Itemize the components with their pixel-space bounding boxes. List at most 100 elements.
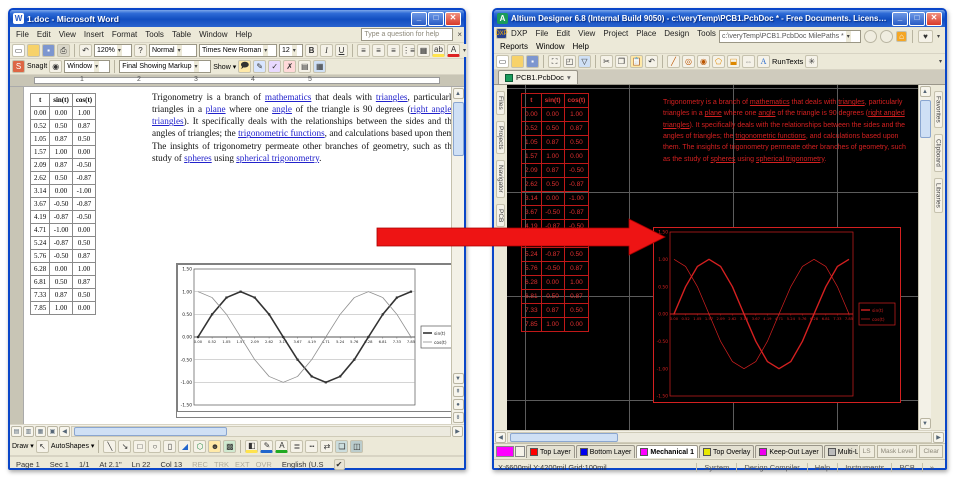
menu-item-view[interactable]: View bbox=[574, 29, 599, 38]
open-icon[interactable] bbox=[511, 55, 524, 68]
markup-display-combo[interactable]: Final Showing Markup ▾ bbox=[119, 60, 211, 73]
panel-tab-projects[interactable]: Projects bbox=[496, 121, 505, 154]
favorites-icon[interactable]: ♥ bbox=[918, 30, 933, 43]
ask-question-box[interactable]: Type a question for help bbox=[361, 28, 453, 41]
autoshapes-menu-button[interactable]: AutoShapes ▾ bbox=[51, 442, 95, 450]
vertical-ruler[interactable] bbox=[10, 87, 24, 424]
diagram-icon[interactable]: ⬡ bbox=[193, 440, 206, 453]
help-icon[interactable]: ? bbox=[134, 44, 147, 57]
menu-item-tools[interactable]: Tools bbox=[693, 29, 720, 38]
open-icon[interactable] bbox=[27, 44, 40, 57]
menu-item-window[interactable]: Window bbox=[195, 30, 231, 39]
status-menu-help[interactable]: Help bbox=[807, 463, 837, 472]
zoom-fit-icon[interactable]: ⛶ bbox=[548, 55, 561, 68]
scroll-down-icon[interactable]: ▼ bbox=[920, 418, 931, 429]
hyperlink[interactable]: angle bbox=[758, 110, 775, 117]
forward-icon[interactable] bbox=[880, 30, 893, 43]
font-color-icon[interactable]: A bbox=[275, 440, 288, 453]
draw-menu-button[interactable]: Draw ▾ bbox=[12, 442, 34, 450]
place-polygon-icon[interactable]: ⬠ bbox=[712, 55, 725, 68]
normal-view-button[interactable]: ▤ bbox=[11, 426, 22, 437]
select-objects-icon[interactable]: ↖ bbox=[36, 440, 49, 453]
new-document-icon[interactable]: ▭ bbox=[12, 44, 25, 57]
place-string-icon[interactable]: A bbox=[757, 55, 770, 68]
close-button[interactable]: ✕ bbox=[926, 12, 942, 26]
line-icon[interactable]: ╲ bbox=[103, 440, 116, 453]
panel-tab-clipboard[interactable]: Clipboard bbox=[934, 134, 943, 172]
menu-item-tools[interactable]: Tools bbox=[141, 30, 168, 39]
horizontal-ruler[interactable]: 12345 bbox=[10, 75, 464, 87]
shadow-style-icon[interactable]: ❏ bbox=[335, 440, 348, 453]
undo-icon[interactable]: ↶ bbox=[79, 44, 92, 57]
menu-item-dxp[interactable]: DXP bbox=[507, 29, 531, 38]
borders-button[interactable]: ▦ bbox=[417, 44, 430, 57]
hyperlink[interactable]: triangles bbox=[838, 99, 864, 106]
scrollbar-thumb[interactable] bbox=[453, 102, 464, 156]
scroll-right-icon[interactable]: ▶ bbox=[452, 426, 463, 437]
filter-icon[interactable]: ▽ bbox=[578, 55, 591, 68]
fill-color-icon[interactable]: ◧ bbox=[245, 440, 258, 453]
place-dimension-icon[interactable]: ⇔ bbox=[742, 55, 755, 68]
reviewing-pane-icon[interactable]: ▤ bbox=[298, 60, 311, 73]
web-layout-view-button[interactable]: ▥ bbox=[23, 426, 34, 437]
scrollbar-thumb[interactable] bbox=[74, 427, 227, 436]
toolbar-options-icon[interactable]: ▾ bbox=[938, 55, 943, 68]
copy-icon[interactable]: ❐ bbox=[615, 55, 628, 68]
text-box-icon[interactable]: ▯ bbox=[163, 440, 176, 453]
bold-button[interactable]: B bbox=[305, 44, 318, 57]
menu-item-insert[interactable]: Insert bbox=[80, 30, 108, 39]
arrow-icon[interactable]: ↘ bbox=[118, 440, 131, 453]
scroll-left-icon[interactable]: ◀ bbox=[59, 426, 70, 437]
print-layout-view-button[interactable]: ▦ bbox=[35, 426, 46, 437]
layer-tab-keep-out-layer[interactable]: Keep-Out Layer bbox=[755, 445, 822, 458]
menu-item-edit[interactable]: Edit bbox=[552, 29, 574, 38]
align-center-button[interactable]: ≡ bbox=[372, 44, 385, 57]
numbering-button[interactable]: ⋮≡ bbox=[402, 44, 415, 57]
scroll-right-icon[interactable]: ▶ bbox=[933, 432, 944, 443]
status-menu-design-compiler[interactable]: Design Compiler bbox=[736, 463, 806, 472]
altium-titlebar[interactable]: A Altium Designer 6.8 (Internal Build 90… bbox=[494, 10, 945, 27]
menu-item-design[interactable]: Design bbox=[660, 29, 693, 38]
current-layer-color-swatch[interactable] bbox=[496, 446, 514, 457]
layer-tab-top-overlay[interactable]: Top Overlay bbox=[699, 445, 754, 458]
menu-item-view[interactable]: View bbox=[55, 30, 80, 39]
font-size-combo[interactable]: 12 ▾ bbox=[279, 44, 303, 57]
hyperlink[interactable]: mathematics bbox=[750, 99, 790, 106]
layer-color-secondary-swatch[interactable] bbox=[515, 446, 525, 457]
snagit-window-combo[interactable]: Window ▾ bbox=[64, 60, 110, 73]
hyperlink[interactable]: plane bbox=[705, 110, 722, 117]
panel-tab-libraries[interactable]: Libraries bbox=[934, 178, 943, 213]
style-combo[interactable]: Normal ▾ bbox=[149, 44, 197, 57]
hyperlink[interactable]: spherical trigonometry bbox=[236, 153, 319, 163]
reject-change-icon[interactable]: ✗ bbox=[283, 60, 296, 73]
dash-style-icon[interactable]: ┅ bbox=[305, 440, 318, 453]
outline-view-button[interactable]: ▣ bbox=[47, 426, 58, 437]
panel-tab-files[interactable]: Files bbox=[496, 91, 505, 115]
hyperlink[interactable]: spheres bbox=[710, 156, 735, 163]
word-document-page[interactable]: tsin(t)cos(t)0.000.001.000.520.500.871.0… bbox=[24, 87, 451, 424]
menu-item-help[interactable]: Help bbox=[232, 30, 256, 39]
canvas-horizontal-scrollbar[interactable] bbox=[507, 432, 932, 443]
hyperlink[interactable]: triangles bbox=[376, 92, 408, 102]
place-pad-icon[interactable]: ◎ bbox=[682, 55, 695, 68]
maximize-button[interactable]: □ bbox=[428, 12, 444, 26]
layer-button-clear[interactable]: Clear bbox=[919, 445, 943, 458]
back-icon[interactable] bbox=[864, 30, 877, 43]
browse-previous-icon[interactable]: ⇞ bbox=[453, 386, 464, 397]
place-line-icon[interactable]: ╱ bbox=[667, 55, 680, 68]
status-menu-pcb[interactable]: PCB bbox=[891, 463, 921, 472]
paste-icon[interactable]: 📋 bbox=[630, 55, 643, 68]
browse-next-icon[interactable]: ⇟ bbox=[453, 412, 464, 423]
canvas-vertical-scrollbar[interactable]: ▲ ▼ bbox=[918, 85, 931, 430]
menu-item-project[interactable]: Project bbox=[599, 29, 632, 38]
hyperlink[interactable]: angle bbox=[272, 104, 292, 114]
align-right-button[interactable]: ≡ bbox=[387, 44, 400, 57]
align-left-button[interactable]: ≡ bbox=[357, 44, 370, 57]
close-document-icon[interactable]: × bbox=[457, 30, 462, 39]
wordart-icon[interactable]: ◢ bbox=[178, 440, 191, 453]
word-titlebar[interactable]: W 1.doc - Microsoft Word _ □ ✕ bbox=[10, 10, 464, 27]
script-icon[interactable]: ✳ bbox=[805, 55, 818, 68]
runtexts-button[interactable]: RunTexts bbox=[772, 57, 803, 66]
accept-change-icon[interactable]: ✓ bbox=[268, 60, 281, 73]
pcb-canvas[interactable]: tsin(t)cos(t)0.000.001.000.520.500.871.0… bbox=[507, 85, 918, 430]
